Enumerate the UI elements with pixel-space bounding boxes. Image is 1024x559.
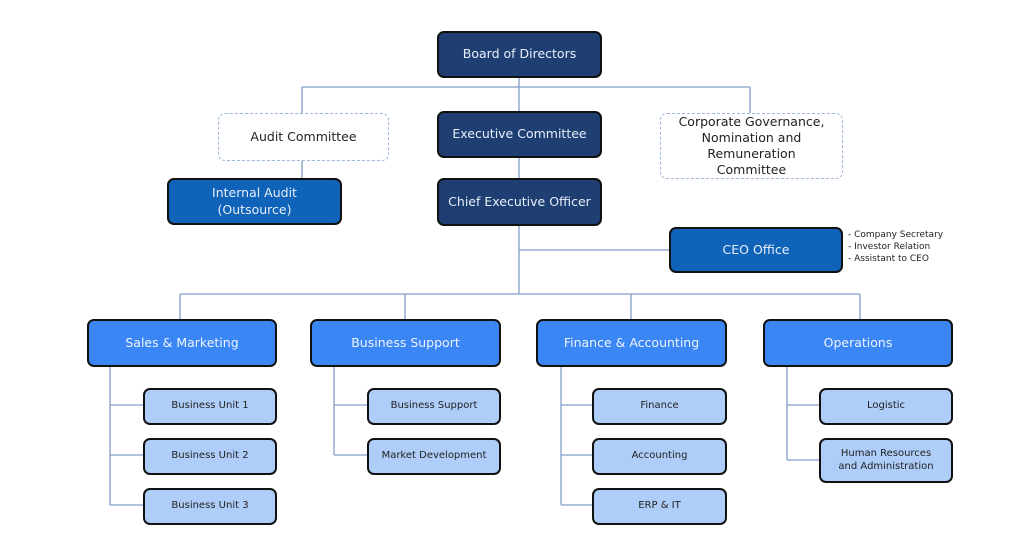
ceo-office-box: CEO Office	[669, 227, 843, 273]
audit-committee-box: Audit Committee	[218, 113, 389, 161]
unit-box: Business Unit 1	[143, 388, 277, 425]
unit-box: Market Development	[367, 438, 501, 475]
internal-audit-box: Internal Audit (Outsource)	[167, 178, 342, 225]
unit-box: ERP & IT	[592, 488, 727, 525]
connector	[333, 366, 367, 456]
board-of-directors-box: Board of Directors	[437, 31, 602, 78]
ceo-box: Chief Executive Officer	[437, 178, 602, 226]
connector	[560, 366, 592, 506]
note: - Investor Relation	[848, 242, 931, 252]
connector	[109, 366, 143, 506]
unit-box: Logistic	[819, 388, 953, 425]
unit-box: Business Unit 3	[143, 488, 277, 525]
note: - Assistant to CEO	[848, 254, 929, 264]
division-finance-accounting: Finance & Accounting	[536, 319, 727, 367]
division-sales-marketing: Sales & Marketing	[87, 319, 277, 367]
ceo-office-notes: - Company Secretary - Investor Relation …	[848, 229, 943, 265]
executive-committee-box: Executive Committee	[437, 111, 602, 158]
note: - Company Secretary	[848, 230, 944, 240]
org-chart: Board of Directors Audit Committee Execu…	[0, 0, 1024, 559]
unit-box: Human Resources and Administration	[819, 438, 953, 483]
division-business-support: Business Support	[310, 319, 501, 367]
unit-box: Finance	[592, 388, 727, 425]
unit-box: Accounting	[592, 438, 727, 475]
unit-box: Business Support	[367, 388, 501, 425]
unit-box: Business Unit 2	[143, 438, 277, 475]
division-operations: Operations	[763, 319, 953, 367]
connector	[786, 366, 819, 461]
governance-committee-box: Corporate Governance, Nomination and Rem…	[660, 113, 843, 179]
